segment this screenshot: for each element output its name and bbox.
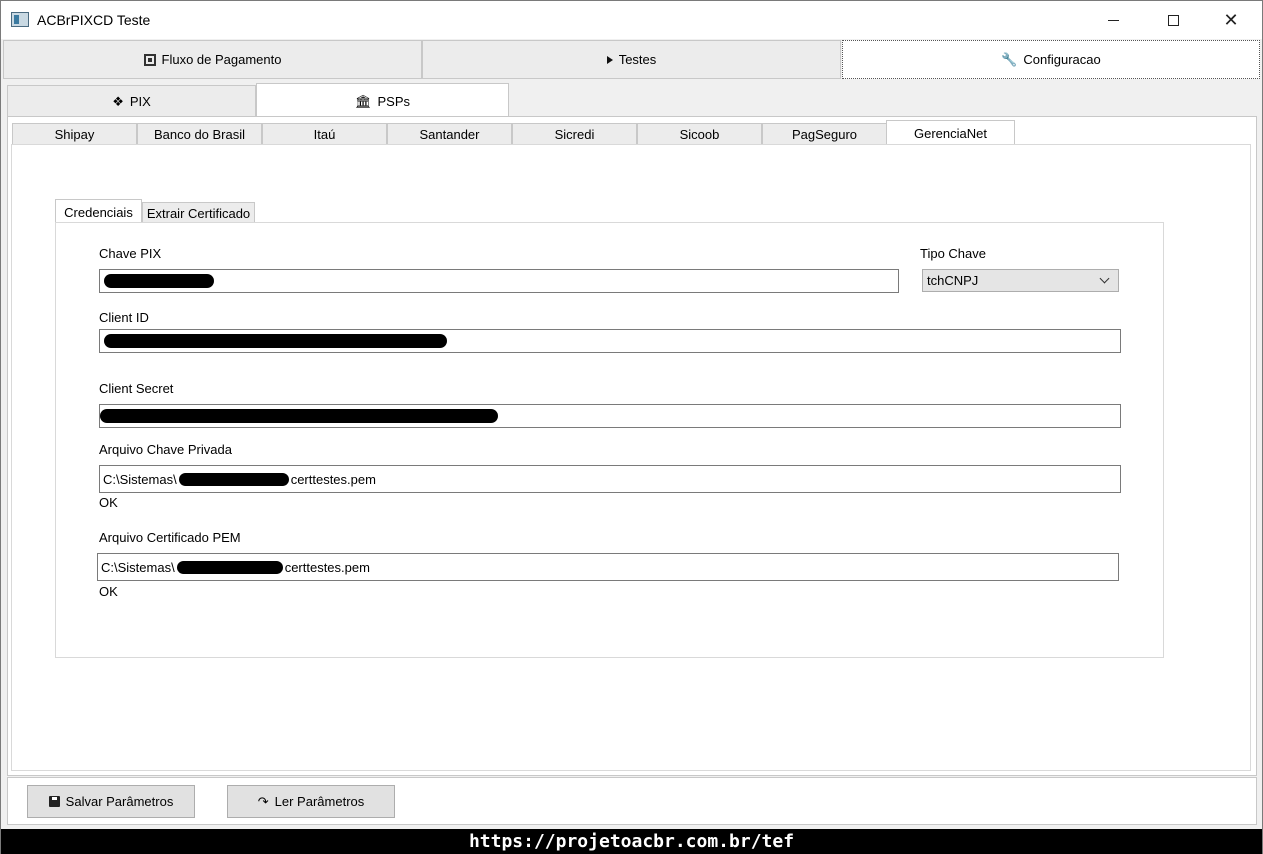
title-bar: ACBrPIXCD Teste ✕ <box>1 1 1262 39</box>
tipo-chave-label: Tipo Chave <box>920 246 986 261</box>
arquivo-cert-label: Arquivo Certificado PEM <box>99 530 241 545</box>
window-title: ACBrPIXCD Teste <box>37 12 151 28</box>
chave-pix-label: Chave PIX <box>99 246 162 261</box>
psps-panel: Shipay Banco do Brasil Itaú Santander Si… <box>7 116 1257 776</box>
ler-parametros-button[interactable]: ↷ Ler Parâmetros <box>227 785 395 818</box>
footer-url-banner: https://projetoacbr.com.br/tef <box>1 829 1262 854</box>
tab-fluxo-de-pagamento[interactable]: Fluxo de Pagamento <box>3 40 422 79</box>
redacted-mark <box>178 472 289 486</box>
bottom-button-bar: Salvar Parâmetros ↷ Ler Parâmetros <box>7 777 1257 825</box>
redo-arrow-icon: ↷ <box>257 794 269 809</box>
chave-pix-input[interactable] <box>99 269 899 293</box>
tab-testes[interactable]: Testes <box>422 40 841 79</box>
arquivo-chave-status: OK <box>99 495 118 510</box>
close-button[interactable]: ✕ <box>1202 1 1260 39</box>
tab-itau[interactable]: Itaú <box>262 123 387 145</box>
sub-tab-bar: ❖ PIX 🏛 PSPs <box>7 83 1257 118</box>
arquivo-cert-input[interactable]: C:\Sistemas\ certtestes.pem <box>97 553 1119 581</box>
arquivo-chave-path-suffix: certtestes.pem <box>290 471 376 487</box>
qr-code-icon <box>143 53 156 66</box>
maximize-button[interactable] <box>1144 1 1202 39</box>
chevron-down-icon <box>1099 273 1110 284</box>
redacted-mark <box>104 334 447 348</box>
client-id-input[interactable] <box>99 329 1121 353</box>
arquivo-cert-path-suffix: certtestes.pem <box>284 559 370 575</box>
tab-pix[interactable]: ❖ PIX <box>7 85 256 117</box>
minimize-icon <box>1107 19 1119 21</box>
pix-icon: ❖ <box>112 93 124 109</box>
redacted-mark <box>176 560 283 574</box>
tab-configuracao[interactable]: 🔧 Configuracao <box>842 40 1260 79</box>
client-secret-input[interactable] <box>99 404 1121 428</box>
client-secret-label: Client Secret <box>99 381 174 396</box>
redacted-mark <box>100 409 498 423</box>
tab-extrair-certificado[interactable]: Extrair Certificado <box>142 202 255 224</box>
arquivo-chave-path-prefix: C:\Sistemas\ <box>103 471 177 487</box>
arquivo-chave-input[interactable]: C:\Sistemas\ certtestes.pem <box>99 465 1121 493</box>
tipo-chave-select[interactable]: tchCNPJ <box>922 269 1119 292</box>
maximize-icon <box>1167 14 1179 26</box>
top-tab-bar: Fluxo de Pagamento Testes 🔧 Configuracao <box>3 40 1260 79</box>
wrench-icon: 🔧 <box>1001 52 1018 67</box>
arquivo-chave-label: Arquivo Chave Privada <box>99 442 232 457</box>
tab-gerencianet[interactable]: GerenciaNet <box>886 120 1015 145</box>
tab-shipay[interactable]: Shipay <box>12 123 137 145</box>
close-icon: ✕ <box>1223 10 1239 30</box>
bank-icon: 🏛 <box>354 93 372 109</box>
client-id-label: Client ID <box>99 310 149 325</box>
app-window: ACBrPIXCD Teste ✕ Fluxo de Pagamento Tes… <box>0 0 1263 854</box>
tab-santander[interactable]: Santander <box>387 123 512 145</box>
tab-psps[interactable]: 🏛 PSPs <box>256 83 509 118</box>
arquivo-cert-status: OK <box>99 584 118 599</box>
arquivo-cert-path-prefix: C:\Sistemas\ <box>101 559 175 575</box>
tab-pagseguro[interactable]: PagSeguro <box>762 123 887 145</box>
redacted-mark <box>104 274 214 288</box>
salvar-parametros-button[interactable]: Salvar Parâmetros <box>27 785 195 818</box>
play-icon <box>606 55 613 64</box>
tab-banco-do-brasil[interactable]: Banco do Brasil <box>137 123 262 145</box>
tipo-chave-value: tchCNPJ <box>927 273 979 288</box>
gerencianet-panel: Credenciais Extrair Certificado Chave PI… <box>11 144 1251 771</box>
minimize-button[interactable] <box>1084 1 1142 39</box>
floppy-disk-icon <box>48 796 60 807</box>
tab-sicoob[interactable]: Sicoob <box>637 123 762 145</box>
app-icon <box>11 12 29 27</box>
tab-sicredi[interactable]: Sicredi <box>512 123 637 145</box>
credenciais-panel: Chave PIX Tipo Chave tchCNPJ Client ID C… <box>55 222 1164 658</box>
